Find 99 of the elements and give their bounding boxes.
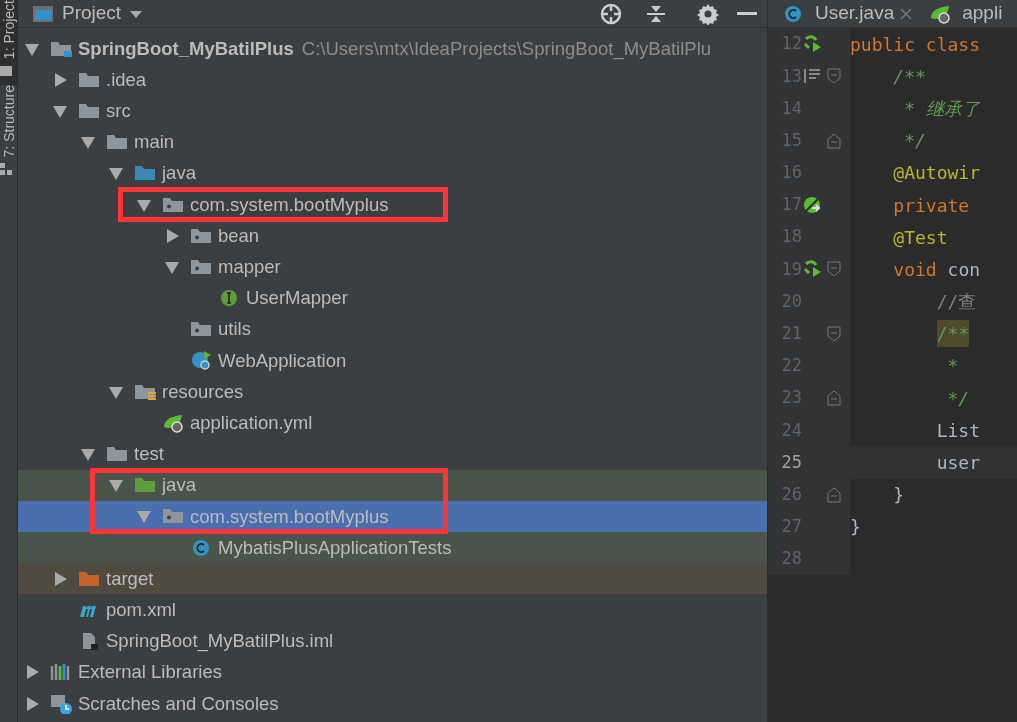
code-line: //查 — [935, 290, 978, 315]
tree-item-label: MybatisPlusApplicationTests — [218, 535, 452, 560]
tree-item-label: java — [162, 161, 196, 186]
expand-arrow-icon[interactable] — [52, 570, 68, 587]
structure-icon — [0, 161, 13, 176]
tree-item[interactable]: com.system.bootMyplus — [18, 188, 767, 221]
code-line: void con — [892, 257, 982, 282]
code-line: */ — [946, 386, 971, 411]
fold-marker-icon[interactable] — [827, 132, 841, 149]
fold-marker-icon[interactable] — [827, 261, 841, 278]
interface-icon — [218, 288, 240, 309]
collapse-arrow-icon[interactable] — [108, 165, 124, 182]
scratches-icon — [50, 693, 72, 714]
spring-config-icon — [162, 412, 184, 433]
dropdown-caret-icon[interactable] — [129, 8, 144, 19]
tree-item[interactable]: application.yml — [18, 407, 767, 439]
tree-item[interactable]: Scratches and Consoles — [18, 687, 767, 720]
project-view-icon — [32, 4, 54, 23]
code-line: private — [892, 193, 971, 218]
tree-item-label: test — [134, 442, 164, 467]
tool-window-tab[interactable]: 7: Structure — [0, 85, 17, 184]
code-line: List — [935, 418, 982, 443]
spring-config-icon — [929, 3, 952, 24]
tree-item[interactable]: main — [18, 126, 767, 158]
code-line: /** — [892, 64, 927, 89]
line-number: 25 — [780, 450, 802, 474]
tree-item-label: UserMapper — [246, 286, 348, 311]
tree-item[interactable]: WebApplication — [18, 344, 767, 377]
tree-item[interactable]: utils — [18, 313, 767, 345]
code-line: * 继承了 — [903, 96, 982, 121]
tree-item-label: resources — [162, 379, 244, 404]
code-line: } — [850, 515, 862, 540]
editor-tab[interactable]: appli — [929, 0, 1003, 28]
expand-arrow-icon[interactable] — [24, 664, 40, 681]
collapse-arrow-icon[interactable] — [80, 134, 96, 151]
code-line: } — [892, 483, 906, 508]
code-line: * — [946, 354, 960, 379]
tree-item-label: mapper — [218, 255, 281, 280]
tree-item[interactable]: External Libraries — [18, 656, 767, 688]
class-icon — [782, 3, 804, 24]
expand-arrow-icon[interactable] — [52, 71, 68, 88]
locate-icon[interactable] — [599, 1, 623, 26]
tree-item[interactable]: MybatisPlusApplicationTests — [18, 532, 767, 564]
run-gutter-icon[interactable] — [802, 259, 822, 279]
tool-window-tab[interactable]: 1: Project — [0, 0, 17, 86]
tree-item-label: target — [106, 566, 154, 591]
tree-item-label: pom.xml — [106, 598, 176, 623]
tree-item-label: External Libraries — [78, 660, 222, 685]
tree-item-label: SpringBoot_MyBatilPlus — [78, 36, 294, 61]
tree-item-label: com.system.bootMyplus — [190, 192, 389, 217]
libraries-icon — [50, 662, 72, 683]
code-line: @Test — [892, 225, 949, 250]
expand-arrow-icon[interactable] — [24, 695, 40, 712]
collapse-arrow-icon[interactable] — [108, 477, 124, 494]
tree-item[interactable]: SpringBoot_MyBatilPlus.iml — [18, 625, 767, 657]
code-line: @Autowir — [892, 161, 982, 186]
tree-item-label: src — [106, 99, 131, 124]
spring-class-icon — [190, 350, 212, 371]
bean-gutter-icon[interactable] — [802, 195, 822, 215]
panel-title: Project — [62, 1, 122, 26]
tree-item-label: application.yml — [190, 410, 313, 435]
tree-item[interactable]: mapper — [18, 251, 767, 283]
tree-item[interactable]: SpringBoot_MyBatilPlus C:\Users\mtx\IdeaProjects\SpringBoot_MyBatilPlu — [18, 33, 767, 65]
fold-marker-icon[interactable] — [827, 325, 841, 342]
tree-item-label: bean — [218, 223, 260, 248]
tree-item[interactable]: java — [18, 469, 767, 501]
close-icon[interactable] — [899, 6, 914, 21]
tree-item[interactable]: .idea — [18, 64, 767, 96]
project-path: C:\Users\mtx\IdeaProjects\SpringBoot_MyBatilPlu — [301, 36, 712, 62]
code-line: /** — [850, 317, 1017, 350]
tree-item[interactable]: resources — [18, 376, 767, 408]
editor-tab[interactable]: User.java — [782, 0, 920, 28]
tree-item-label: .idea — [106, 67, 147, 92]
tree-item[interactable]: test — [18, 438, 767, 470]
tree-item[interactable]: bean — [18, 220, 767, 252]
settings-icon[interactable] — [697, 2, 719, 25]
fold-marker-icon[interactable] — [827, 390, 841, 407]
tree-item-label: java — [162, 473, 196, 498]
code-line: public class — [850, 32, 982, 57]
code-line: */ — [903, 129, 927, 154]
tree-item-label: main — [134, 130, 175, 155]
tree-item[interactable]: java — [18, 157, 767, 189]
folder-icon — [0, 63, 13, 78]
tree-item[interactable]: pom.xml — [18, 594, 767, 626]
class-icon — [190, 537, 212, 558]
tree-item-label: utils — [218, 317, 251, 342]
run-gutter-icon[interactable] — [802, 34, 822, 54]
implementation-gutter-icon[interactable] — [802, 66, 822, 86]
tree-item-label: Scratches and Consoles — [78, 691, 279, 716]
tree-item-label: com.system.bootMyplus — [190, 504, 389, 529]
tree-item-label: SpringBoot_MyBatilPlus.iml — [106, 629, 334, 654]
tree-item[interactable]: src — [18, 95, 767, 127]
tree-item[interactable]: target — [18, 563, 767, 595]
expand-arrow-icon[interactable] — [164, 227, 180, 244]
tree-item-label: WebApplication — [218, 348, 347, 373]
collapse-arrow-icon[interactable] — [80, 446, 96, 463]
fold-marker-icon[interactable] — [827, 486, 841, 503]
tree-item[interactable]: UserMapper — [18, 282, 767, 314]
fold-marker-icon[interactable] — [827, 68, 841, 85]
